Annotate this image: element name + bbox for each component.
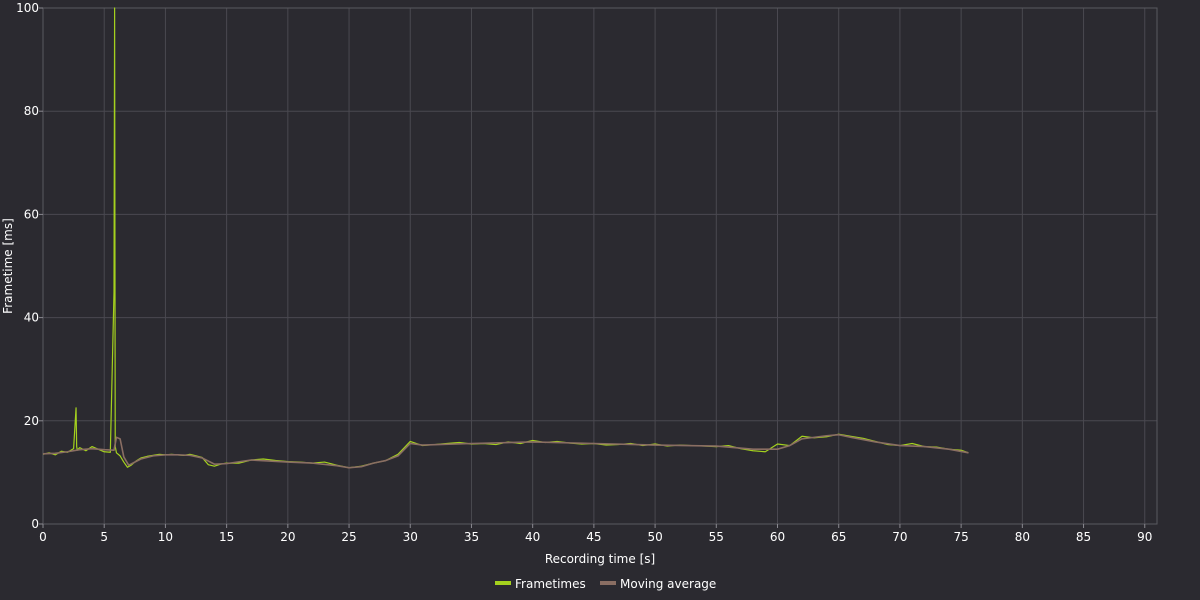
x-tick-label: 65 (831, 530, 846, 544)
y-axis-title: Frametime [ms] (1, 218, 15, 314)
x-tick-label: 70 (892, 530, 907, 544)
x-tick-label: 85 (1076, 530, 1091, 544)
x-tick-label: 50 (647, 530, 662, 544)
x-tick-label: 40 (525, 530, 540, 544)
x-tick-label: 35 (464, 530, 479, 544)
chart-background (0, 0, 1200, 600)
x-tick-label: 15 (219, 530, 234, 544)
x-tick-label: 55 (709, 530, 724, 544)
y-tick-label: 100 (16, 1, 39, 15)
y-tick-label: 0 (31, 517, 39, 531)
x-tick-label: 30 (403, 530, 418, 544)
legend-label-moving-average: Moving average (620, 577, 716, 591)
x-tick-label: 10 (158, 530, 173, 544)
frametime-chart: 0 5 10 15 20 25 30 35 40 45 50 55 60 65 70 75 80 85 90 0 20 4… (0, 0, 1200, 600)
x-tick-label: 45 (586, 530, 601, 544)
x-tick-label: 25 (341, 530, 356, 544)
x-tick-label: 75 (953, 530, 968, 544)
x-tick-label: 5 (100, 530, 108, 544)
legend-label-frametimes: Frametimes (515, 577, 586, 591)
x-tick-label: 90 (1137, 530, 1152, 544)
x-tick-label: 20 (280, 530, 295, 544)
x-tick-label: 0 (39, 530, 47, 544)
y-tick-label: 80 (24, 104, 39, 118)
legend-swatch-frametimes (495, 581, 511, 585)
x-axis-title: Recording time [s] (545, 552, 655, 566)
y-tick-label: 60 (24, 207, 39, 221)
x-tick-label: 60 (770, 530, 785, 544)
x-tick-label: 80 (1015, 530, 1030, 544)
legend-swatch-moving-average (600, 581, 616, 585)
y-tick-label: 40 (24, 311, 39, 325)
y-tick-label: 20 (24, 414, 39, 428)
